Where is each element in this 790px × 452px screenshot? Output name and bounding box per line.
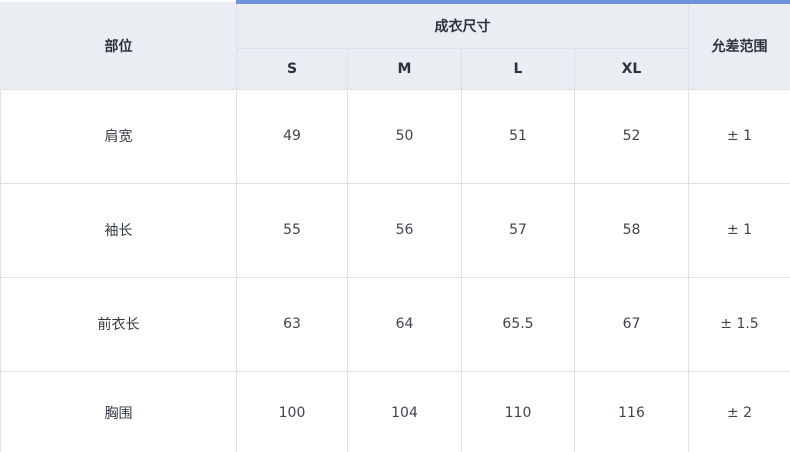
table-cell: 51 — [461, 88, 575, 184]
table-cell: 56 — [347, 182, 462, 278]
table-cell: 65.5 — [461, 276, 575, 372]
table-cell: 110 — [461, 370, 575, 452]
size-chart: 部位 成衣尺寸 允差范围 S M L XL 肩宽 49 50 51 52 ± 1… — [0, 0, 790, 452]
table-row: 胸围 100 104 110 116 ± 2 — [0, 370, 790, 452]
tolerance-header: 允差范围 — [688, 0, 790, 90]
table-cell: 116 — [574, 370, 689, 452]
size-header-xl: XL — [574, 47, 689, 90]
row-part-label: 前衣长 — [0, 276, 237, 372]
table-cell: 64 — [347, 276, 462, 372]
table-cell: 63 — [236, 276, 348, 372]
table-cell: 49 — [236, 88, 348, 184]
table-cell: 50 — [347, 88, 462, 184]
size-header-l: L — [461, 47, 575, 90]
garment-size-header: 成衣尺寸 — [236, 0, 689, 49]
size-header-m: M — [347, 47, 462, 90]
table-row: 前衣长 63 64 65.5 67 ± 1.5 — [0, 276, 790, 372]
table-cell: 52 — [574, 88, 689, 184]
tolerance-cell: ± 1 — [688, 182, 790, 278]
table-row: 袖长 55 56 57 58 ± 1 — [0, 182, 790, 278]
tolerance-cell: ± 1.5 — [688, 276, 790, 372]
tolerance-cell: ± 1 — [688, 88, 790, 184]
part-header: 部位 — [0, 1, 237, 90]
table-cell: 55 — [236, 182, 348, 278]
row-part-label: 袖长 — [0, 182, 237, 278]
tolerance-cell: ± 2 — [688, 370, 790, 452]
table-cell: 58 — [574, 182, 689, 278]
table-cell: 57 — [461, 182, 575, 278]
row-part-label: 肩宽 — [0, 88, 237, 184]
row-part-label: 胸围 — [0, 370, 237, 452]
table-cell: 100 — [236, 370, 348, 452]
table-cell: 104 — [347, 370, 462, 452]
header-row-top: 部位 成衣尺寸 允差范围 — [0, 0, 790, 90]
table-cell: 67 — [574, 276, 689, 372]
size-table: 部位 成衣尺寸 允差范围 S M L XL 肩宽 49 50 51 52 ± 1… — [0, 0, 790, 452]
table-row: 肩宽 49 50 51 52 ± 1 — [0, 88, 790, 184]
size-header-s: S — [236, 47, 348, 90]
